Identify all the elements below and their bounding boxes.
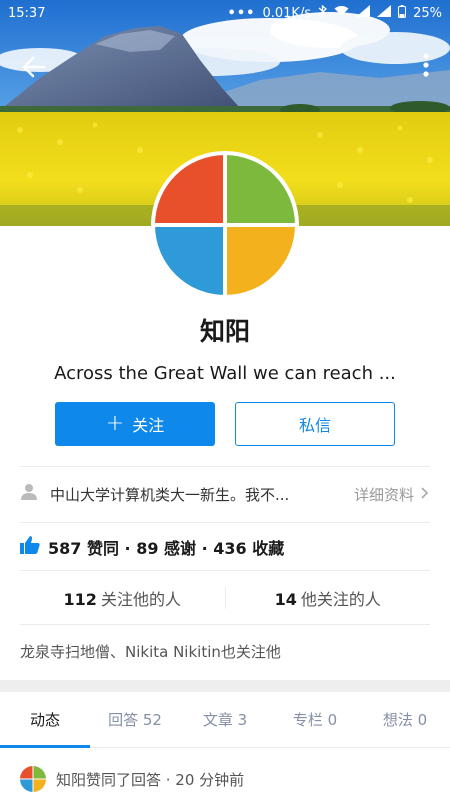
followers-count: 112 [63,590,97,609]
signal-icon-2 [377,5,392,21]
feed-item-text: 知阳赞同了回答 · 20 分钟前 [56,770,245,789]
follow-counts-row: 112 关注他的人 14 他关注的人 [20,572,430,624]
feed-item[interactable]: 知阳赞同了回答 · 20 分钟前 [20,764,244,794]
following-count: 14 [274,590,297,609]
divider [20,522,430,523]
divider [20,466,430,467]
avatar[interactable] [151,151,299,299]
bio-text: 中山大学计算机类大一新生。我不... [50,485,290,504]
following-link[interactable]: 14 他关注的人 [226,586,431,610]
follow-button-label: 关注 [132,416,165,435]
divider [20,624,430,625]
divider [20,570,430,571]
following-label: 他关注的人 [300,590,381,609]
status-time: 15:37 [8,5,46,21]
bio-row[interactable]: 中山大学计算机类大一新生。我不... 详细资料 [20,468,430,520]
battery-icon [398,4,407,22]
followers-label: 关注他的人 [100,590,181,609]
tab-articles[interactable]: 文章 3 [180,692,270,747]
arrow-left-icon [22,56,46,78]
tab-activity[interactable]: 动态 [0,692,90,748]
message-button[interactable]: 私信 [235,402,395,446]
section-gap [0,680,450,692]
back-button[interactable] [20,52,50,82]
signal-icon [356,5,371,21]
status-bar: 15:37 ••• 0.01K/s 25% [0,0,450,26]
profile-headline: Across the Great Wall we can reach ... [54,363,396,384]
avatar-windows-logo-icon [155,155,295,295]
wifi-icon [334,5,349,21]
bluetooth-icon [318,4,328,22]
follow-button[interactable]: + 关注 [55,402,215,446]
status-dots: ••• [227,5,256,21]
tab-columns[interactable]: 专栏 0 [270,692,360,747]
detail-profile-link[interactable]: 详细资料 [354,484,414,505]
person-icon [20,483,38,505]
profile-tabs: 动态 回答 52 文章 3 专栏 0 想法 0 [0,692,450,748]
plus-icon: + [105,411,125,436]
chevron-right-icon [420,485,430,504]
stats-text: 587 赞同 · 89 感谢 · 436 收藏 [48,539,285,558]
mutual-followers-text[interactable]: 龙泉寺扫地僧、Nikita Nikitin也关注他 [20,641,281,662]
battery-percent: 25% [413,5,442,21]
tab-answers[interactable]: 回答 52 [90,692,180,747]
thumbs-up-icon [20,536,40,558]
followers-link[interactable]: 112 关注他的人 [20,586,225,610]
tab-thoughts[interactable]: 想法 0 [360,692,450,747]
message-button-label: 私信 [298,416,331,435]
status-network-speed: 0.01K/s [262,5,312,21]
feed-avatar-icon [20,766,46,792]
more-button[interactable] [416,52,436,78]
stats-row: 587 赞同 · 89 感谢 · 436 收藏 [20,524,430,570]
more-vertical-icon [423,53,429,77]
profile-name: 知阳 [199,317,250,346]
